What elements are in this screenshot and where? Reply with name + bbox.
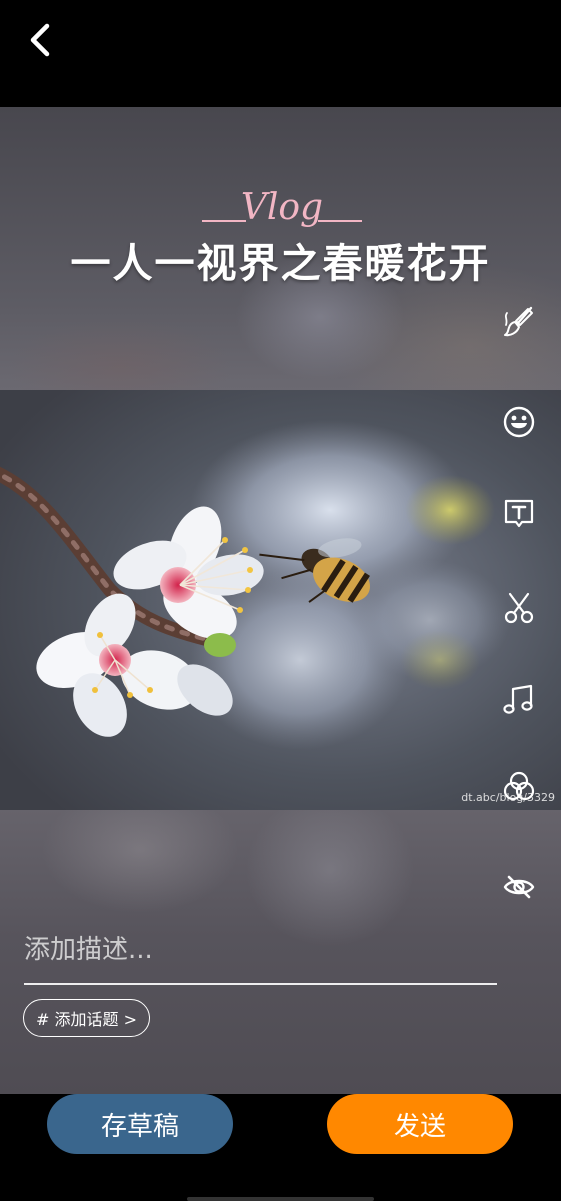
home-indicator	[187, 1197, 374, 1201]
vlog-sticker[interactable]: Vlog	[200, 181, 364, 237]
chevron-left-icon	[30, 23, 50, 57]
cover-photo[interactable]: dt.abc/blog/3329	[0, 390, 561, 810]
back-button[interactable]	[18, 18, 62, 62]
scissors-icon	[504, 592, 534, 624]
filter-icon	[503, 771, 535, 801]
brush-icon	[504, 306, 533, 337]
add-topic-button[interactable]: # 添加话题 >	[23, 999, 150, 1037]
text-tool-button[interactable]	[499, 494, 539, 534]
media-editor: Vlog 一人一视界之春暖花开 dt.abc/blog/3329 添加描述...…	[0, 107, 561, 1094]
cover-title[interactable]: 一人一视界之春暖花开	[0, 231, 561, 289]
music-tool-button[interactable]	[499, 680, 539, 720]
trim-tool-button[interactable]	[499, 588, 539, 628]
vlog-sticker-text: Vlog	[241, 187, 323, 228]
brush-tool-button[interactable]	[499, 302, 539, 342]
eye-slash-icon	[503, 875, 535, 899]
bottom-action-bar: 存草稿 发送	[0, 1094, 561, 1201]
text-icon	[504, 499, 534, 528]
music-icon	[503, 684, 533, 714]
emoji-icon	[503, 406, 535, 438]
send-button[interactable]: 发送	[327, 1094, 513, 1154]
post-editor-screen: Vlog 一人一视界之春暖花开 dt.abc/blog/3329 添加描述...…	[0, 0, 561, 1201]
top-bar	[0, 0, 561, 107]
filter-tool-button[interactable]	[499, 767, 539, 807]
save-draft-button[interactable]: 存草稿	[47, 1094, 233, 1154]
description-input[interactable]	[24, 927, 497, 985]
photo-illustration	[0, 390, 561, 810]
sticker-tool-button[interactable]	[499, 402, 539, 442]
visibility-tool-button[interactable]	[499, 867, 539, 907]
